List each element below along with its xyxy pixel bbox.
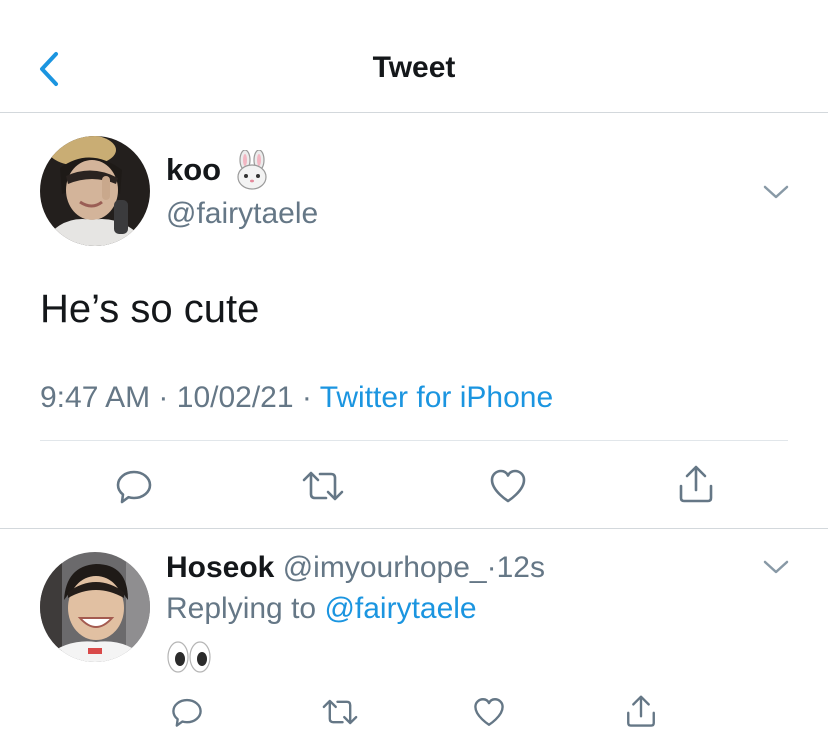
retweet-button[interactable] — [300, 466, 346, 506]
replying-prefix: Replying to — [166, 592, 317, 625]
reply-share-button[interactable] — [624, 694, 658, 730]
reply-icon — [116, 470, 152, 504]
meta-divider — [40, 440, 788, 441]
chevron-down-icon — [763, 185, 789, 199]
reply-more-options-button[interactable] — [762, 559, 790, 575]
avatar[interactable] — [40, 136, 150, 246]
reply-retweet-button[interactable] — [320, 695, 360, 729]
tweet-source-link[interactable]: Twitter for iPhone — [320, 381, 553, 414]
retweet-icon — [302, 471, 344, 501]
reply-time: 12s — [496, 551, 545, 584]
reply-icon — [172, 698, 202, 727]
share-icon — [627, 695, 655, 727]
page-title: Tweet — [372, 51, 456, 84]
rabbit-face-icon — [232, 149, 272, 190]
tweet-text: He’s so cute — [40, 287, 260, 331]
reply-header: Hoseok @imyourhope_·12s — [166, 550, 545, 586]
meta-separator: · — [158, 381, 169, 414]
avatar-photo — [40, 552, 150, 662]
like-icon — [474, 698, 504, 726]
meta-separator: · — [301, 381, 312, 414]
replying-to: Replying to @fairytaele — [166, 591, 477, 627]
eyes-icon — [166, 640, 212, 674]
share-button[interactable] — [676, 464, 716, 506]
tweet-meta: 9:47 AM · 10/02/21 · Twitter for iPhone — [40, 380, 553, 416]
tweet-divider — [0, 528, 828, 529]
reply-author-name: Hoseok — [166, 551, 275, 584]
tweet-date: 10/02/21 — [176, 381, 294, 414]
more-options-button[interactable] — [762, 184, 790, 200]
reply-button[interactable] — [114, 466, 154, 506]
reply-like-button[interactable] — [472, 695, 506, 729]
retweet-icon — [322, 699, 358, 725]
share-icon — [679, 465, 713, 503]
author-name: koo — [166, 152, 222, 187]
meta-separator: · — [486, 551, 497, 584]
tweet-time: 9:47 AM — [40, 381, 151, 414]
reply-reply-button[interactable] — [170, 695, 204, 729]
avatar-photo — [40, 136, 150, 246]
header-divider — [0, 112, 828, 113]
like-button[interactable] — [488, 466, 528, 506]
like-icon — [490, 469, 526, 503]
chevron-down-icon — [763, 560, 789, 574]
author-handle[interactable]: @fairytaele — [166, 196, 318, 232]
reply-avatar[interactable] — [40, 552, 150, 662]
replying-to-link[interactable]: @fairytaele — [324, 592, 476, 625]
reply-author-handle[interactable]: @imyourhope_ — [283, 551, 487, 584]
